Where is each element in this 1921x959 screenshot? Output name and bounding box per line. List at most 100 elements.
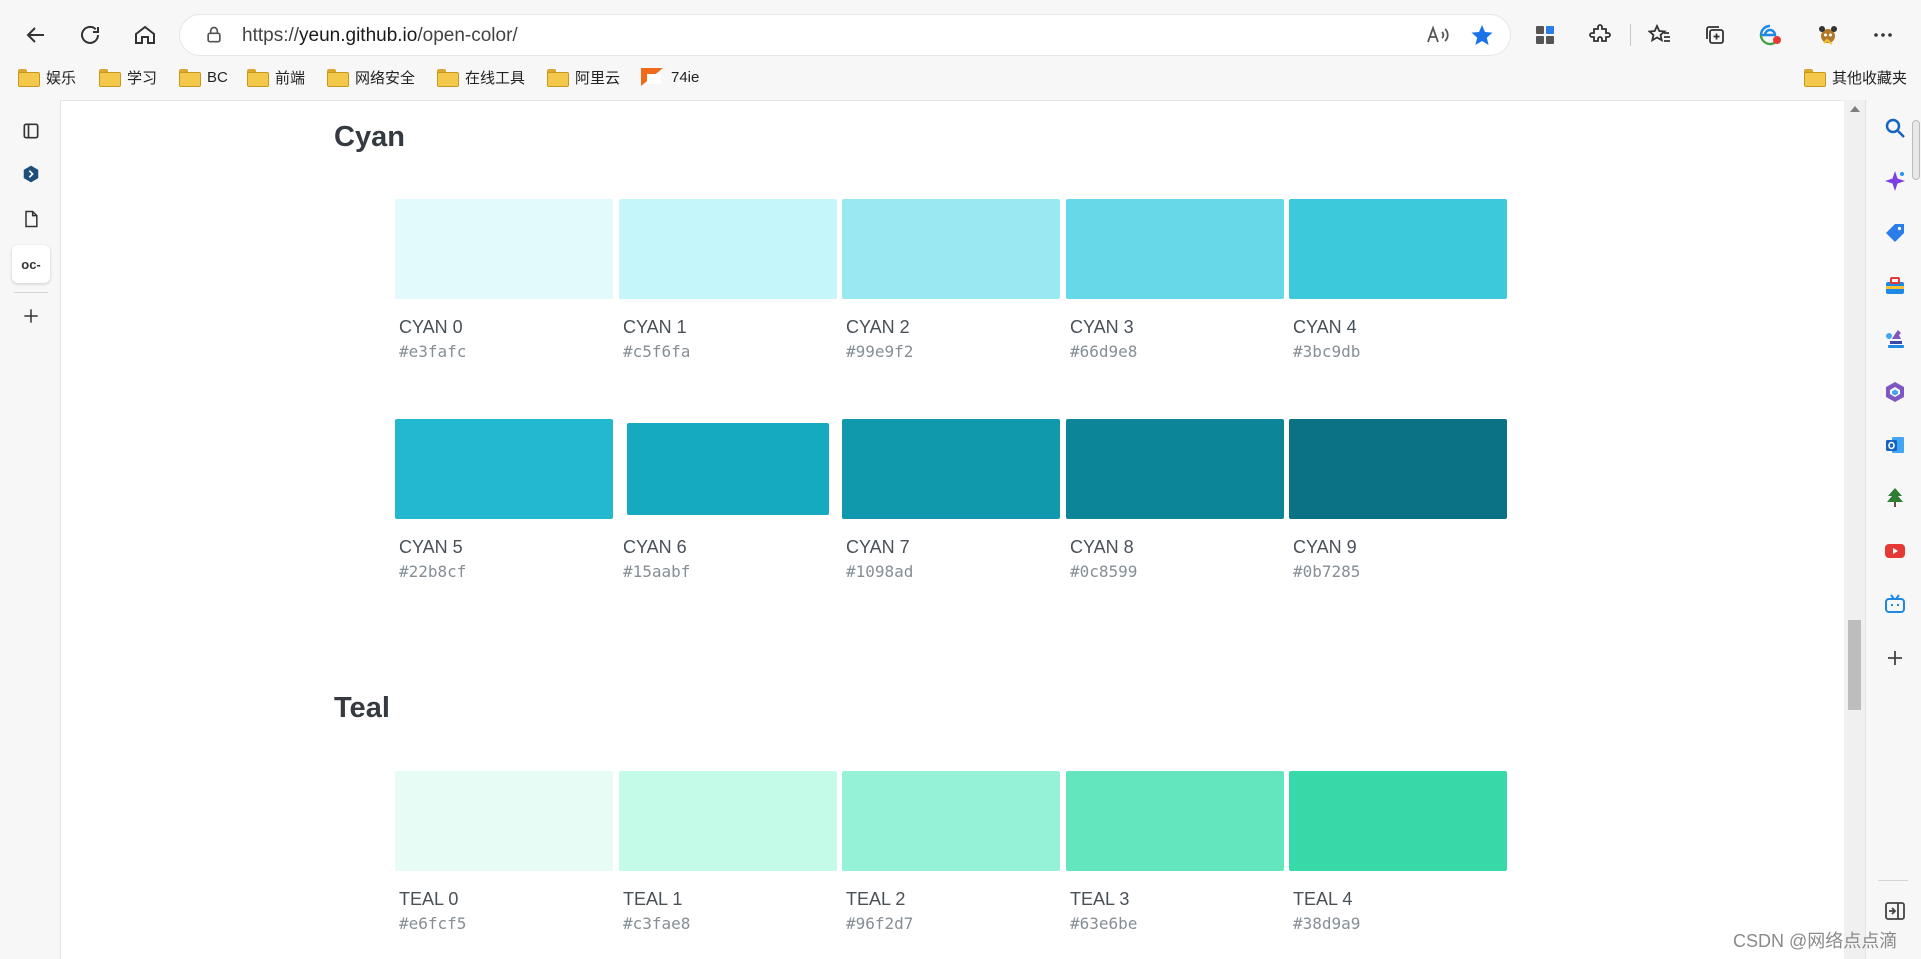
swatch-hex: #99e9f2 bbox=[846, 342, 914, 361]
favorites-button[interactable] bbox=[1645, 20, 1675, 50]
color-swatch[interactable]: CYAN 4 #3bc9db bbox=[1289, 199, 1507, 361]
shopping-button[interactable] bbox=[1882, 220, 1908, 246]
scroll-up-arrow-icon[interactable] bbox=[1850, 106, 1860, 112]
page-scrollbar[interactable] bbox=[1844, 100, 1865, 959]
swatch-name: CYAN 3 bbox=[1070, 317, 1134, 337]
bookmark-link[interactable]: 74ie bbox=[641, 66, 699, 88]
read-aloud-icon[interactable] bbox=[1425, 23, 1449, 47]
reload-button[interactable] bbox=[72, 17, 108, 53]
color-swatch[interactable]: TEAL 0 #e6fcf5 bbox=[395, 771, 613, 933]
swatch-color bbox=[1066, 771, 1284, 871]
url-text[interactable]: https://yeun.github.io/open-color/ bbox=[242, 25, 518, 47]
bilibili-button[interactable] bbox=[1882, 591, 1908, 617]
swatch-color bbox=[1066, 199, 1284, 299]
sidebar-divider bbox=[1878, 880, 1908, 881]
microsoft365-button[interactable] bbox=[1882, 379, 1908, 405]
apps-button[interactable] bbox=[1530, 20, 1560, 50]
color-swatch[interactable]: CYAN 8 #0c8599 bbox=[1066, 419, 1284, 581]
bookmark-folder[interactable]: 娱乐 bbox=[18, 66, 76, 88]
bookmark-folder[interactable]: BC bbox=[179, 66, 228, 88]
apps-grid-icon bbox=[1536, 26, 1554, 44]
sidebar-scrollbar[interactable] bbox=[1912, 120, 1920, 180]
scrollbar-thumb[interactable] bbox=[1848, 620, 1861, 710]
address-bar[interactable]: https://yeun.github.io/open-color/ bbox=[180, 15, 1510, 55]
favorites-list-icon bbox=[1648, 23, 1670, 43]
swatch-hex: #c5f6fa bbox=[623, 342, 691, 361]
color-swatch[interactable]: TEAL 4 #38d9a9 bbox=[1289, 771, 1507, 933]
swatch-hex: #38d9a9 bbox=[1293, 914, 1361, 933]
profile-button[interactable] bbox=[1813, 20, 1843, 50]
tab-item[interactable] bbox=[12, 155, 50, 193]
extensions-button[interactable] bbox=[1585, 20, 1615, 50]
document-icon bbox=[25, 210, 38, 228]
swatch-hex: #0b7285 bbox=[1293, 562, 1361, 581]
plus-icon bbox=[24, 309, 38, 323]
swatch-name: CYAN 4 bbox=[1293, 317, 1357, 337]
color-swatch[interactable]: CYAN 2 #99e9f2 bbox=[842, 199, 1060, 361]
youtube-icon bbox=[1885, 544, 1905, 558]
tab-actions-button[interactable] bbox=[12, 112, 50, 150]
sparkle-icon bbox=[1885, 171, 1905, 191]
back-button[interactable] bbox=[18, 17, 54, 53]
bookmark-folder[interactable]: 前端 bbox=[247, 66, 305, 88]
color-swatch[interactable]: TEAL 3 #63e6be bbox=[1066, 771, 1284, 933]
color-swatch[interactable]: CYAN 0 #e3fafc bbox=[395, 199, 613, 361]
tab-item-active[interactable]: oc- bbox=[12, 245, 50, 283]
swatch-color bbox=[1289, 771, 1507, 871]
swatch-name: CYAN 5 bbox=[399, 537, 463, 557]
color-swatch[interactable]: CYAN 5 #22b8cf bbox=[395, 419, 613, 581]
swatch-name: CYAN 9 bbox=[1293, 537, 1357, 557]
bookmark-folder[interactable]: 网络安全 bbox=[327, 66, 415, 88]
hexagon-favicon-icon bbox=[23, 165, 39, 183]
search-button[interactable] bbox=[1882, 115, 1908, 141]
swatch-color bbox=[619, 771, 837, 871]
swatch-color bbox=[842, 771, 1060, 871]
swatch-color bbox=[1289, 419, 1507, 519]
tools-button[interactable] bbox=[1882, 273, 1908, 299]
url-path: /open-color/ bbox=[417, 25, 518, 46]
swatch-color bbox=[619, 199, 837, 299]
hide-sidebar-button[interactable] bbox=[1882, 898, 1908, 924]
sidebar-collapse-icon bbox=[1885, 902, 1905, 920]
outlook-button[interactable] bbox=[1882, 432, 1908, 458]
color-swatch[interactable]: TEAL 1 #c3fae8 bbox=[619, 771, 837, 933]
other-favorites-folder[interactable]: 其他收藏夹 bbox=[1804, 66, 1907, 88]
swatch-name: TEAL 2 bbox=[846, 889, 906, 909]
swatch-name: CYAN 7 bbox=[846, 537, 910, 557]
drop-button[interactable] bbox=[1882, 485, 1908, 511]
lock-icon[interactable] bbox=[204, 25, 224, 45]
swatch-name: TEAL 1 bbox=[623, 889, 683, 909]
rail-divider bbox=[14, 292, 48, 293]
watermark-text: CSDN @网络点点滴 bbox=[1733, 931, 1898, 951]
youtube-button[interactable] bbox=[1882, 538, 1908, 564]
color-swatch[interactable]: CYAN 7 #1098ad bbox=[842, 419, 1060, 581]
swatch-name: CYAN 2 bbox=[846, 317, 910, 337]
folder-icon bbox=[18, 69, 40, 87]
swatch-name: TEAL 3 bbox=[1070, 889, 1130, 909]
bookmark-folder[interactable]: 学习 bbox=[99, 66, 157, 88]
add-sidebar-app-button[interactable] bbox=[1882, 645, 1908, 671]
favorite-star-icon[interactable] bbox=[1470, 23, 1494, 47]
new-tab-button[interactable] bbox=[12, 297, 50, 335]
swatch-hex: #1098ad bbox=[846, 562, 914, 581]
collections-button[interactable] bbox=[1700, 20, 1730, 50]
color-swatch[interactable]: TEAL 2 #96f2d7 bbox=[842, 771, 1060, 933]
settings-more-button[interactable] bbox=[1868, 20, 1898, 50]
folder-icon bbox=[1804, 69, 1826, 87]
home-icon bbox=[135, 25, 155, 44]
color-swatch-hovered[interactable]: CYAN 6 #15aabf bbox=[619, 419, 837, 581]
color-swatch[interactable]: CYAN 9 #0b7285 bbox=[1289, 419, 1507, 581]
bookmark-label: 娱乐 bbox=[46, 69, 77, 87]
swatch-color bbox=[842, 419, 1060, 519]
games-button[interactable] bbox=[1882, 326, 1908, 352]
copilot-button[interactable] bbox=[1882, 168, 1908, 194]
tab-item[interactable] bbox=[12, 200, 50, 238]
browser-chrome: https://yeun.github.io/open-color/ 娱乐 学习 bbox=[0, 0, 1921, 100]
bookmark-folder[interactable]: 在线工具 bbox=[437, 66, 525, 88]
bookmark-folder[interactable]: 阿里云 bbox=[547, 66, 620, 88]
color-swatch[interactable]: CYAN 1 #c5f6fa bbox=[619, 199, 837, 361]
home-button[interactable] bbox=[127, 17, 163, 53]
color-swatch[interactable]: CYAN 3 #66d9e8 bbox=[1066, 199, 1284, 361]
swatch-color bbox=[627, 423, 829, 515]
browser-essentials-button[interactable] bbox=[1755, 20, 1785, 50]
